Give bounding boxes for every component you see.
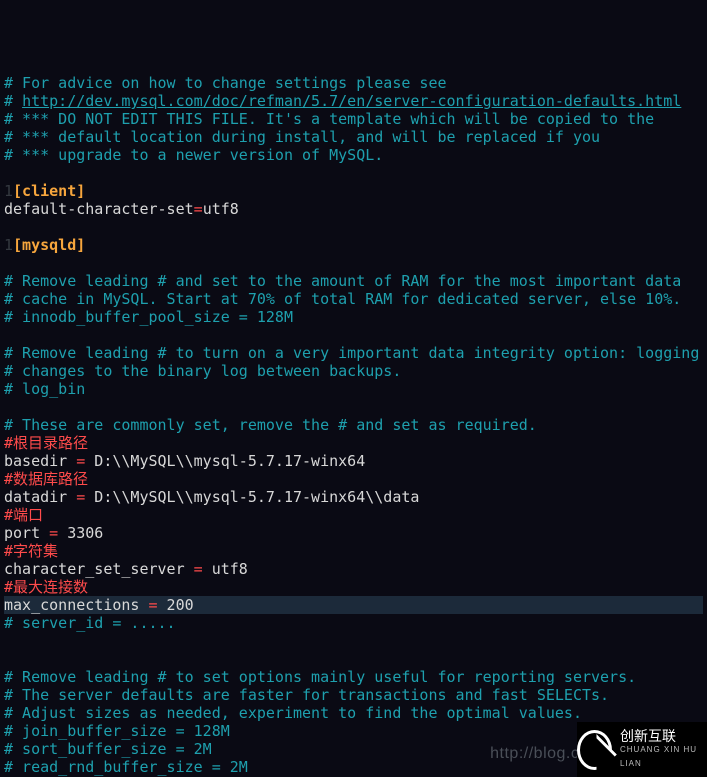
code-token-key: datadir (4, 488, 76, 506)
code-token-key: basedir (4, 452, 76, 470)
code-token-comment: # join_buffer_size = 128M (4, 722, 230, 740)
code-token-value: utf8 (203, 560, 248, 578)
code-token-comment: # *** default location during install, a… (4, 128, 600, 146)
code-line[interactable]: # Remove leading # to set options mainly… (4, 668, 703, 686)
code-line[interactable]: # read_rnd_buffer_size = 2M (4, 758, 703, 776)
code-token-comment: # Remove leading # and set to the amount… (4, 272, 681, 290)
code-line[interactable]: # These are commonly set, remove the # a… (4, 416, 703, 434)
code-line[interactable]: # *** DO NOT EDIT THIS FILE. It's a temp… (4, 110, 703, 128)
code-token-altcomment: #最大连接数 (4, 578, 88, 596)
code-line[interactable]: datadir = D:\\MySQL\\mysql-5.7.17-winx64… (4, 488, 703, 506)
code-line[interactable]: character_set_server = utf8 (4, 560, 703, 578)
code-line[interactable] (4, 632, 703, 650)
code-token-comment: # *** DO NOT EDIT THIS FILE. It's a temp… (4, 110, 654, 128)
code-line[interactable]: # Remove leading # to turn on a very imp… (4, 344, 703, 362)
code-token-key: character_set_server (4, 560, 194, 578)
code-editor[interactable]: # For advice on how to change settings p… (0, 72, 707, 777)
code-token-comment: # Adjust sizes as needed, experiment to … (4, 704, 582, 722)
code-line[interactable]: # For advice on how to change settings p… (4, 74, 703, 92)
code-line[interactable]: 1[mysqld] (4, 236, 703, 254)
code-line[interactable]: # changes to the binary log between back… (4, 362, 703, 380)
code-line[interactable]: #端口 (4, 506, 703, 524)
code-line[interactable]: 1[client] (4, 182, 703, 200)
code-token-value: utf8 (203, 200, 239, 218)
code-line[interactable]: #数据库路径 (4, 470, 703, 488)
code-token-section: [mysqld] (13, 236, 85, 254)
code-line[interactable]: # innodb_buffer_pool_size = 128M (4, 308, 703, 326)
code-token-eq: = (194, 560, 203, 578)
code-token-eq: = (149, 596, 158, 614)
code-token-comment: # For advice on how to change settings p… (4, 74, 447, 92)
code-line[interactable]: # Remove leading # and set to the amount… (4, 272, 703, 290)
code-token-section: [client] (13, 182, 85, 200)
code-token-comment: # (4, 92, 22, 110)
code-line[interactable]: default-character-set=utf8 (4, 200, 703, 218)
code-token-value: 3306 (58, 524, 103, 542)
code-token-comment: # *** upgrade to a newer version of MySQ… (4, 146, 383, 164)
code-line[interactable]: # cache in MySQL. Start at 70% of total … (4, 290, 703, 308)
code-line[interactable]: # sort_buffer_size = 2M (4, 740, 703, 758)
code-line[interactable] (4, 326, 703, 344)
code-line[interactable]: # *** default location during install, a… (4, 128, 703, 146)
code-token-comment: # Remove leading # to turn on a very imp… (4, 344, 699, 362)
code-token-comment: # These are commonly set, remove the # a… (4, 416, 537, 434)
code-line[interactable] (4, 398, 703, 416)
code-token-altcomment: #数据库路径 (4, 470, 88, 488)
code-line[interactable]: # The server defaults are faster for tra… (4, 686, 703, 704)
code-token-value: D:\\MySQL\\mysql-5.7.17-winx64 (85, 452, 365, 470)
code-line[interactable]: basedir = D:\\MySQL\\mysql-5.7.17-winx64 (4, 452, 703, 470)
code-line[interactable]: # log_bin (4, 380, 703, 398)
code-token-key: max_connections (4, 596, 149, 614)
code-line[interactable]: # Adjust sizes as needed, experiment to … (4, 704, 703, 722)
code-token-eq: = (76, 488, 85, 506)
code-line[interactable]: port = 3306 (4, 524, 703, 542)
code-token-comment: # Remove leading # to set options mainly… (4, 668, 636, 686)
code-token-altcomment: #根目录路径 (4, 434, 88, 452)
code-token-value: 200 (158, 596, 194, 614)
code-token-comment: # log_bin (4, 380, 85, 398)
code-token-comment: # read_rnd_buffer_size = 2M (4, 758, 248, 776)
code-token-comment: # cache in MySQL. Start at 70% of total … (4, 290, 681, 308)
code-line[interactable] (4, 650, 703, 668)
code-token-comment: # changes to the binary log between back… (4, 362, 401, 380)
code-token-altcomment: #字符集 (4, 542, 58, 560)
code-token-comment: # innodb_buffer_pool_size = 128M (4, 308, 293, 326)
code-token-altcomment: #端口 (4, 506, 43, 524)
code-token-key: port (4, 524, 49, 542)
code-token-value: D:\\MySQL\\mysql-5.7.17-winx64\\data (85, 488, 419, 506)
code-token-link: http://dev.mysql.com/doc/refman/5.7/en/s… (22, 92, 681, 110)
code-line[interactable]: max_connections = 200 (4, 596, 703, 614)
code-token-comment: # The server defaults are faster for tra… (4, 686, 609, 704)
code-token-eq: = (194, 200, 203, 218)
code-line[interactable]: # join_buffer_size = 128M (4, 722, 703, 740)
code-token-eq: = (76, 452, 85, 470)
code-line[interactable] (4, 254, 703, 272)
code-line[interactable] (4, 164, 703, 182)
code-token-key: default-character-set (4, 200, 194, 218)
code-line[interactable]: # http://dev.mysql.com/doc/refman/5.7/en… (4, 92, 703, 110)
code-line[interactable]: # *** upgrade to a newer version of MySQ… (4, 146, 703, 164)
code-line[interactable] (4, 218, 703, 236)
code-token-eq: = (49, 524, 58, 542)
code-line[interactable]: #字符集 (4, 542, 703, 560)
code-token-comment: # server_id = ..... (4, 614, 176, 632)
code-line[interactable]: #根目录路径 (4, 434, 703, 452)
code-token-comment: # sort_buffer_size = 2M (4, 740, 212, 758)
code-line[interactable]: #最大连接数 (4, 578, 703, 596)
code-line[interactable]: # server_id = ..... (4, 614, 703, 632)
code-token-taglead: 1 (4, 182, 13, 200)
code-token-taglead: 1 (4, 236, 13, 254)
